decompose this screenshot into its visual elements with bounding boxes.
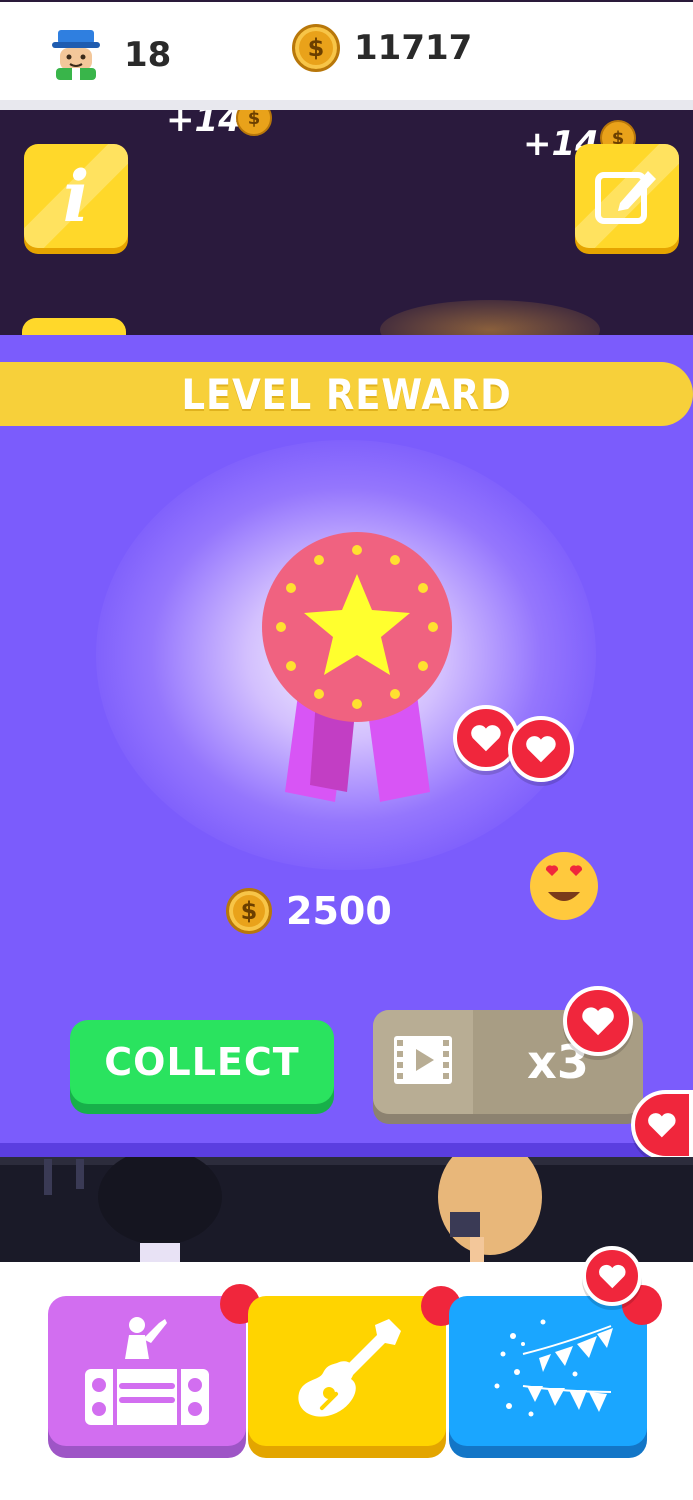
coin-stat: $ 11717: [292, 24, 472, 72]
reward-amount-value: 2500: [286, 889, 392, 933]
hidden-yellow-button: [22, 318, 126, 335]
level-stat: 18: [48, 24, 171, 86]
dj-icon: [85, 1313, 209, 1429]
topbar-divider: [0, 100, 693, 110]
reward-amount: $ 2500: [226, 888, 392, 934]
dock-guitar-button[interactable]: [248, 1296, 446, 1446]
party-bunting-icon: [483, 1314, 613, 1428]
heart-eyes-emoji-icon: [530, 852, 598, 920]
coin-balance: 11717: [354, 28, 473, 68]
info-button[interactable]: i: [24, 144, 128, 248]
floating-coin-reward: +14: [166, 110, 242, 140]
heart-icon: [563, 986, 633, 1056]
level-value: 18: [124, 35, 172, 75]
coin-icon: $: [292, 24, 340, 72]
video-icon: [392, 1034, 454, 1090]
modal-title-banner: LEVEL REWARD: [0, 362, 693, 426]
heart-icon: [508, 716, 574, 782]
edit-icon: [594, 163, 660, 229]
coin-icon: $: [226, 888, 272, 934]
collect-label: COLLECT: [104, 1040, 300, 1084]
modal-title: LEVEL REWARD: [181, 369, 512, 419]
heart-icon: [582, 1246, 642, 1306]
guitar-icon: [289, 1317, 405, 1425]
dock-party-button[interactable]: [449, 1296, 647, 1446]
medal-icon: [262, 532, 452, 802]
heart-icon: [631, 1090, 693, 1160]
game-scene-bottom: [0, 1157, 693, 1262]
stage-glow: [380, 300, 600, 335]
top-status-bar: 18 $ 11717: [0, 0, 693, 100]
modal-bottom-edge: [0, 1143, 693, 1157]
collect-button[interactable]: COLLECT: [70, 1020, 334, 1104]
info-icon: i: [62, 154, 90, 238]
player-avatar-icon: [48, 24, 104, 86]
dancers-crowd: [44, 1157, 542, 1262]
dock-dj-button[interactable]: [48, 1296, 246, 1446]
edit-button[interactable]: [575, 144, 679, 248]
